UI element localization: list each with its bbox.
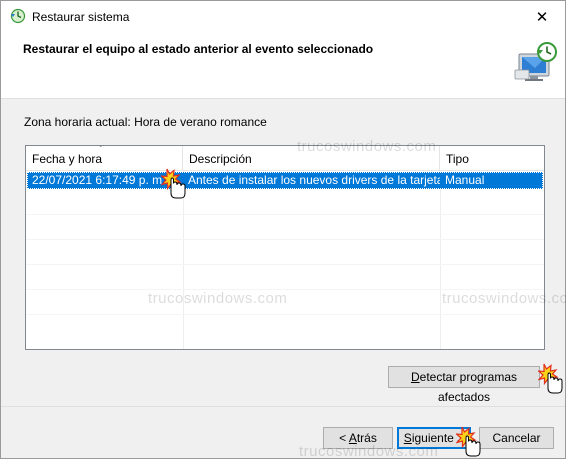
page-heading: Restaurar el equipo al estado anterior a…: [23, 42, 374, 56]
list-header: ⌄ Fecha y hora Descripción Tipo: [26, 146, 544, 171]
watermark-text: trucoswindows.com: [299, 443, 439, 459]
wizard-header: Restaurar el equipo al estado anterior a…: [1, 32, 565, 99]
sort-chevron-icon: ⌄: [97, 146, 105, 149]
watermark-text: trucoswindows.com: [442, 290, 566, 307]
row-divider: [26, 214, 544, 215]
row-divider: [26, 314, 544, 315]
hand-pointer-click-icon: [538, 363, 563, 394]
button-accelerator: D: [410, 370, 420, 384]
system-restore-monitor-icon: [514, 42, 557, 81]
watermark-text: trucoswindows.com: [297, 138, 437, 155]
close-button[interactable]: ✕: [519, 1, 565, 32]
cancel-button[interactable]: Cancelar: [479, 427, 554, 449]
row-divider: [26, 264, 544, 265]
timezone-label: Zona horaria actual: Hora de verano roma…: [24, 115, 267, 129]
cell-type: Manual: [445, 173, 485, 187]
hand-pointer-click-icon: [161, 168, 186, 199]
close-icon: ✕: [535, 8, 549, 26]
row-divider: [26, 239, 544, 240]
system-restore-icon: [10, 8, 26, 24]
hand-pointer-click-icon: [456, 426, 481, 457]
cell-description: Antes de instalar los nuevos drivers de …: [188, 173, 440, 187]
column-header-type[interactable]: Tipo: [440, 146, 544, 171]
watermark-text: trucoswindows.com: [148, 290, 288, 307]
title-bar: Restaurar sistema ✕: [1, 1, 565, 32]
column-label-date: Fecha y hora: [32, 152, 103, 166]
detect-affected-programs-button[interactable]: Detectar programas afectados: [388, 366, 540, 404]
column-divider: [440, 171, 441, 349]
column-header-date[interactable]: ⌄ Fecha y hora: [26, 146, 183, 171]
cell-date: 22/07/2021 6:17:49 p. m.: [32, 173, 166, 187]
column-label-description: Descripción: [189, 152, 252, 166]
restore-points-list[interactable]: ⌄ Fecha y hora Descripción Tipo 22/07/20…: [25, 145, 545, 350]
column-label-type: Tipo: [446, 152, 469, 166]
table-row[interactable]: 22/07/2021 6:17:49 p. m. Antes de instal…: [27, 172, 543, 189]
button-label: etectar programas afectados: [419, 370, 518, 404]
window-title: Restaurar sistema: [32, 10, 130, 24]
footer-separator: [1, 406, 565, 407]
restore-dialog: Restaurar sistema ✕ Restaurar el equipo …: [0, 0, 566, 459]
